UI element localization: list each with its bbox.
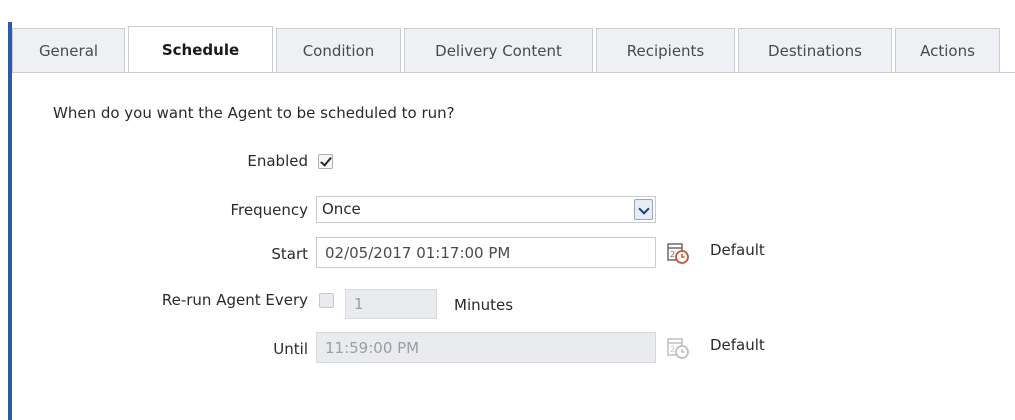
tab-delivery-content[interactable]: Delivery Content <box>404 28 593 72</box>
tab-bar: General Schedule Condition Delivery Cont… <box>12 26 1015 73</box>
frequency-value: Once <box>322 200 361 218</box>
start-default-link[interactable]: Default <box>710 241 765 259</box>
chevron-down-icon[interactable] <box>634 199 653 220</box>
calendar-clock-icon[interactable]: 2 <box>666 336 690 360</box>
tab-destinations[interactable]: Destinations <box>738 28 892 72</box>
rerun-label: Re-run Agent Every <box>161 291 308 309</box>
tab-condition[interactable]: Condition <box>276 28 401 72</box>
until-label: Until <box>273 340 308 358</box>
rerun-unit-label: Minutes <box>454 296 514 314</box>
start-datetime-input[interactable] <box>316 237 656 268</box>
rerun-checkbox[interactable] <box>319 293 334 308</box>
svg-text:2: 2 <box>670 345 675 354</box>
left-accent-bar <box>8 22 12 420</box>
tab-actions[interactable]: Actions <box>895 28 1000 72</box>
until-default-link[interactable]: Default <box>710 336 765 354</box>
enabled-checkbox[interactable] <box>318 154 333 169</box>
svg-text:2: 2 <box>670 250 675 259</box>
tab-general[interactable]: General <box>12 28 125 72</box>
schedule-question: When do you want the Agent to be schedul… <box>53 104 455 122</box>
rerun-interval-input[interactable] <box>345 289 437 319</box>
tab-recipients[interactable]: Recipients <box>596 28 735 72</box>
start-label: Start <box>271 245 308 263</box>
calendar-clock-icon[interactable]: 2 <box>666 241 690 265</box>
enabled-label: Enabled <box>247 152 308 170</box>
frequency-label: Frequency <box>230 201 309 219</box>
until-time-input[interactable] <box>316 332 656 363</box>
tab-schedule[interactable]: Schedule <box>128 26 273 73</box>
frequency-select[interactable]: Once <box>316 196 656 223</box>
tab-divider <box>12 72 1015 73</box>
